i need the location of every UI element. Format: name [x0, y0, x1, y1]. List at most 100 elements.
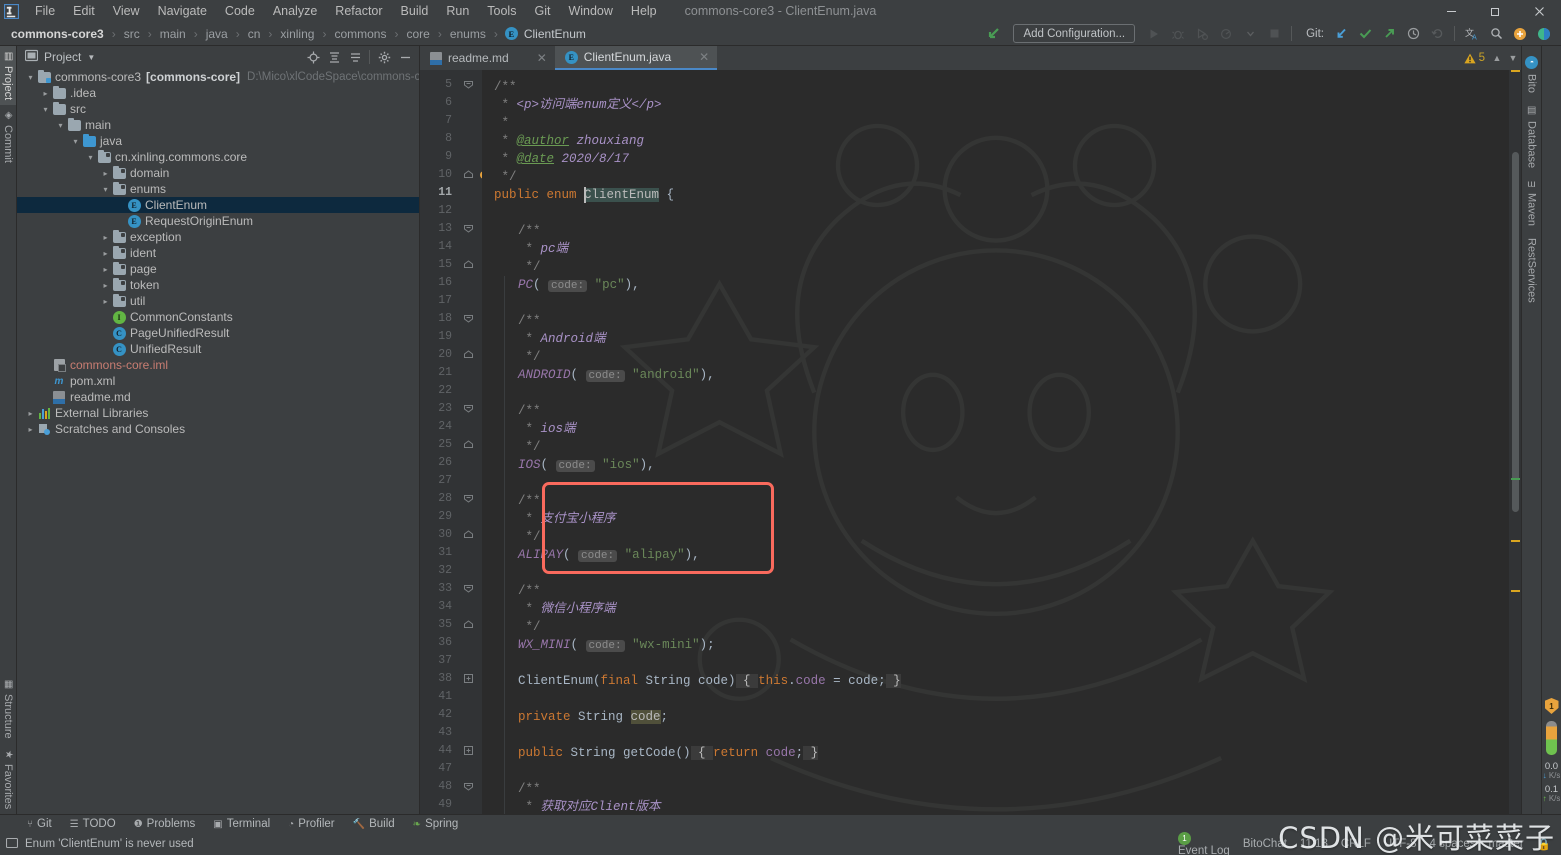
bito-icon[interactable] — [1533, 23, 1555, 45]
code-fold-marker[interactable] — [464, 440, 473, 452]
code-fold-marker[interactable] — [464, 674, 473, 686]
code-fold-marker[interactable] — [464, 530, 473, 542]
marker-warning[interactable] — [1511, 540, 1520, 542]
breadcrumb-item-core[interactable]: core — [405, 27, 430, 41]
menu-help[interactable]: Help — [622, 1, 666, 21]
breadcrumb-item-java[interactable]: java — [205, 27, 229, 41]
tree-expand-arrow[interactable]: ▸ — [40, 89, 51, 98]
tree-node-pom-xml[interactable]: m pom.xml — [17, 373, 419, 389]
tree-expand-arrow[interactable]: ▸ — [100, 297, 111, 306]
hide-panel-icon[interactable] — [395, 47, 415, 67]
security-shield-icon[interactable]: 1 — [1544, 698, 1559, 714]
translate-icon[interactable]: 文A — [1461, 23, 1483, 45]
close-button[interactable] — [1517, 0, 1561, 22]
event-log-button[interactable]: 1 Event Log — [1178, 831, 1230, 855]
breadcrumb-item-commons[interactable]: commons — [333, 27, 387, 41]
stop-icon[interactable] — [1263, 23, 1285, 45]
minimize-button[interactable] — [1429, 0, 1473, 22]
sidebar-item-database[interactable]: ▥ Database — [1523, 99, 1541, 174]
code-fold-marker[interactable] — [464, 170, 473, 182]
sidebar-item-bito[interactable]: ◐ Bito — [1522, 50, 1541, 99]
bottom-tab-git[interactable]: ⑂ Git — [18, 818, 61, 830]
tree-node-enums[interactable]: ▾ enums — [17, 181, 419, 197]
menu-build[interactable]: Build — [392, 1, 438, 21]
tree-expand-arrow[interactable]: ▾ — [100, 185, 111, 194]
tree-node-readme-md[interactable]: readme.md — [17, 389, 419, 405]
code-line[interactable]: /** — [518, 492, 541, 510]
breadcrumb-item-project[interactable]: commons-core3 — [10, 27, 105, 41]
tree-node-commonconstants[interactable]: I CommonConstants — [17, 309, 419, 325]
tree-expand-arrow[interactable]: ▸ — [25, 409, 36, 418]
code-fold-marker[interactable] — [464, 314, 473, 326]
debug-icon[interactable] — [1167, 23, 1189, 45]
code-fold-marker[interactable] — [464, 224, 473, 236]
back-arrow-icon[interactable] — [983, 23, 1005, 45]
tree-node-main[interactable]: ▾ main — [17, 117, 419, 133]
breadcrumb-item-cn[interactable]: cn — [247, 27, 262, 41]
project-tree[interactable]: ▾ commons-core3 [commons-core] D:\Mico\xlCo… — [17, 68, 419, 814]
bottom-tab-todo[interactable]: ☰ TODO — [61, 818, 125, 830]
memory-indicator[interactable] — [1546, 721, 1557, 755]
code-line[interactable]: /** — [518, 582, 541, 600]
menu-view[interactable]: View — [104, 1, 149, 21]
maximize-button[interactable] — [1473, 0, 1517, 22]
code-line[interactable]: IOS( code: "ios"), — [518, 456, 655, 475]
menu-edit[interactable]: Edit — [64, 1, 104, 21]
menu-tools[interactable]: Tools — [478, 1, 525, 21]
tree-expand-arrow[interactable]: ▸ — [100, 249, 111, 258]
code-editor[interactable]: 5 6 7 8 9 10 11 12 13 14 15 16 17 18 19 20 21 22 23 24 25 26 2… — [420, 70, 1521, 814]
chevron-up-icon[interactable]: ▲ — [1489, 53, 1505, 63]
tree-expand-arrow[interactable]: ▾ — [85, 153, 96, 162]
file-encoding[interactable]: UTF-8 — [1384, 838, 1417, 850]
lock-icon[interactable]: 🔒 — [1537, 837, 1551, 851]
tree-expand-arrow[interactable]: ▾ — [40, 105, 51, 114]
tree-node-commons-core3[interactable]: ▾ commons-core3 [commons-core] D:\Mico\xlCo… — [17, 69, 419, 85]
sidebar-item-structure[interactable]: ▦ Structure — [0, 674, 16, 744]
git-update-icon[interactable] — [1330, 23, 1352, 45]
search-icon[interactable] — [1485, 23, 1507, 45]
bottom-tab-spring[interactable]: ❧ Spring — [404, 818, 468, 830]
editor-gutter[interactable]: 5 6 7 8 9 10 11 12 13 14 15 16 17 18 19 20 21 22 23 24 25 26 2… — [420, 70, 488, 814]
tab-clientenum[interactable]: E ClientEnum.java ✕ — [554, 46, 718, 70]
menu-navigate[interactable]: Navigate — [149, 1, 216, 21]
breadcrumb-item-xinling[interactable]: xinling — [279, 27, 315, 41]
code-line[interactable]: * 微信小程序端 — [518, 600, 616, 618]
code-line[interactable]: private String code; — [518, 708, 668, 726]
tree-node-unifiedresult[interactable]: C UnifiedResult — [17, 341, 419, 357]
tree-node-src[interactable]: ▾ src — [17, 101, 419, 117]
git-branch-label[interactable]: master — [1489, 838, 1524, 850]
menu-run[interactable]: Run — [437, 1, 478, 21]
tab-readme[interactable]: readme.md ✕ — [420, 46, 555, 70]
bito-chat-button[interactable]: BitoChat — [1243, 838, 1287, 850]
editor-marker-bar[interactable] — [1509, 70, 1521, 814]
inspection-warning-count[interactable]: 5 — [1463, 52, 1489, 64]
tree-node-domain[interactable]: ▸ domain — [17, 165, 419, 181]
tree-node-scratches-and-consoles[interactable]: ▸ Scratches and Consoles — [17, 421, 419, 437]
tree-node-token[interactable]: ▸ token — [17, 277, 419, 293]
close-icon[interactable]: ✕ — [515, 51, 547, 65]
bottom-tab-profiler[interactable]: ◔ Profiler — [279, 818, 343, 830]
collapse-all-icon[interactable] — [345, 47, 365, 67]
code-line[interactable]: ALIPAY( code: "alipay"), — [518, 546, 700, 565]
code-fold-marker[interactable] — [464, 260, 473, 272]
breadcrumb-item-main[interactable]: main — [159, 27, 187, 41]
tree-node-page[interactable]: ▸ page — [17, 261, 419, 277]
sidebar-item-project[interactable]: ▤ Project — [0, 46, 16, 106]
code-line[interactable]: * Android端 — [518, 330, 606, 348]
tree-expand-arrow[interactable]: ▸ — [100, 281, 111, 290]
menu-file[interactable]: File — [26, 1, 64, 21]
sidebar-item-restservices[interactable]: RestServices — [1523, 232, 1541, 309]
code-fold-marker[interactable] — [464, 746, 473, 758]
tree-expand-arrow[interactable]: ▾ — [70, 137, 81, 146]
git-push-icon[interactable] — [1378, 23, 1400, 45]
menu-window[interactable]: Window — [559, 1, 621, 21]
tree-node-util[interactable]: ▸ util — [17, 293, 419, 309]
tree-expand-arrow[interactable]: ▾ — [55, 121, 66, 130]
tree-node-java[interactable]: ▾ java — [17, 133, 419, 149]
chevron-down-icon[interactable]: ▼ — [1505, 53, 1521, 63]
breadcrumb-item-src[interactable]: src — [123, 27, 141, 41]
code-content[interactable]: /** * <p>访问端enum定义</p> * * @author zhoux… — [482, 70, 1509, 814]
breadcrumb-item-enums[interactable]: enums — [449, 27, 487, 41]
code-line[interactable]: * — [494, 114, 510, 132]
code-fold-marker[interactable] — [464, 620, 473, 632]
